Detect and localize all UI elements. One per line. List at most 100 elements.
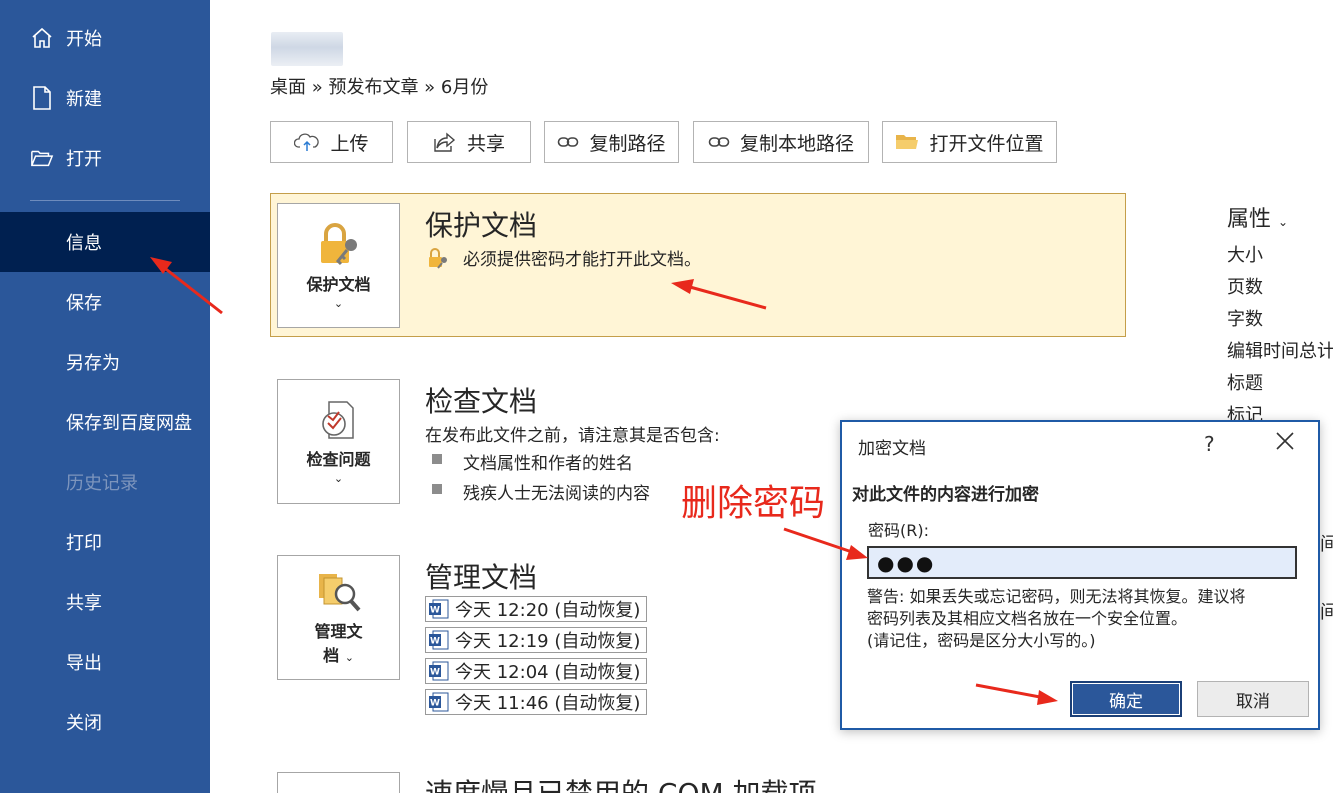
- sidebar-item-info[interactable]: 信息: [0, 212, 210, 272]
- version-item[interactable]: W 今天 12:04 (自动恢复): [425, 658, 648, 684]
- property-partial: 间: [1320, 602, 1333, 623]
- com-addins-tile[interactable]: [277, 772, 400, 793]
- property-pages: 页数: [1227, 277, 1263, 298]
- check-issues-tile-label: 检查问题: [306, 450, 371, 469]
- warning-line: 密码列表及其相应文档名放在一个安全位置。: [867, 609, 1188, 628]
- ok-button[interactable]: 确定: [1070, 681, 1182, 717]
- sidebar-item-label: 另存为: [66, 353, 120, 374]
- warning-line: (请记住，密码是区分大小写的。): [867, 631, 1096, 650]
- sidebar-item-label: 信息: [66, 233, 102, 254]
- sidebar-item-label: 共享: [66, 593, 102, 614]
- sidebar-item-home[interactable]: 开始: [0, 8, 210, 68]
- property-title: 标题: [1227, 373, 1263, 394]
- folder-open-icon: [30, 145, 54, 171]
- chevron-down-icon: ⌄: [333, 472, 344, 485]
- sidebar-item-save[interactable]: 保存: [0, 272, 210, 332]
- sidebar-item-save-as[interactable]: 另存为: [0, 332, 210, 392]
- sidebar-item-label: 打印: [66, 533, 102, 554]
- share-icon: [433, 131, 457, 153]
- lock-key-icon: [316, 221, 362, 271]
- chevron-down-icon: ⌄: [1278, 215, 1289, 229]
- svg-text:W: W: [430, 699, 440, 709]
- close-icon: [1276, 432, 1294, 454]
- copy-local-path-label: 复制本地路径: [739, 132, 854, 155]
- lock-key-small-icon: [427, 247, 451, 269]
- word-document-icon: W: [429, 630, 449, 650]
- encrypt-document-dialog: 加密文档 ? 对此文件的内容进行加密 密码(R): ●●● 警告: 如果丢失或忘…: [840, 420, 1320, 730]
- open-file-location-label: 打开文件位置: [929, 132, 1044, 155]
- backstage-sidebar: 开始 新建 打开 信息 保存 另存为 保存到百度网盘 历史记录 打印 共享 导出…: [0, 0, 210, 793]
- sidebar-item-label: 保存到百度网盘: [66, 413, 192, 434]
- sidebar-item-label: 打开: [66, 149, 102, 170]
- manage-document-tile-label: 管理文: [314, 621, 363, 641]
- version-label: 今天 12:04 (自动恢复): [455, 662, 641, 683]
- version-label: 今天 12:20 (自动恢复): [455, 600, 641, 621]
- com-addins-title: 速度慢且已禁用的 COM 加载项: [425, 772, 817, 793]
- new-document-icon: [30, 85, 54, 111]
- sidebar-item-print[interactable]: 打印: [0, 512, 210, 572]
- folder-icon: [895, 132, 919, 152]
- dialog-heading: 对此文件的内容进行加密: [852, 485, 1039, 505]
- sidebar-item-open[interactable]: 打开: [0, 128, 210, 188]
- sidebar-item-close[interactable]: 关闭: [0, 692, 210, 752]
- link-icon: [557, 135, 579, 149]
- protect-document-title: 保护文档: [425, 209, 538, 242]
- password-input[interactable]: ●●●: [867, 546, 1297, 579]
- inspect-bullet-item: 残疾人士无法阅读的内容: [463, 484, 650, 504]
- open-file-location-button[interactable]: 打开文件位置: [882, 121, 1057, 163]
- share-label: 共享: [466, 132, 505, 155]
- manage-document-title: 管理文档: [425, 561, 538, 594]
- sidebar-item-new[interactable]: 新建: [0, 68, 210, 128]
- inspect-document-desc: 在发布此文件之前，请注意其是否包含:: [425, 426, 720, 446]
- help-button[interactable]: ?: [1204, 432, 1215, 456]
- sidebar-item-label: 关闭: [66, 713, 102, 734]
- check-issues-tile[interactable]: 检查问题 ⌄: [277, 379, 400, 504]
- home-icon: [30, 25, 54, 51]
- upload-button[interactable]: 上传: [270, 121, 393, 163]
- close-button[interactable]: [1270, 428, 1300, 458]
- sidebar-item-share[interactable]: 共享: [0, 572, 210, 632]
- manage-document-icon: [315, 570, 363, 618]
- sidebar-item-label: 历史记录: [66, 473, 138, 494]
- copy-path-button[interactable]: 复制路径: [544, 121, 679, 163]
- copy-local-path-button[interactable]: 复制本地路径: [693, 121, 869, 163]
- bullet: [432, 484, 442, 494]
- protect-document-desc: 必须提供密码才能打开此文档。: [463, 250, 701, 270]
- share-button[interactable]: 共享: [407, 121, 531, 163]
- dialog-warning: 警告: 如果丢失或忘记密码，则无法将其恢复。建议将 密码列表及其相应文档名放在一…: [867, 586, 1307, 652]
- sidebar-item-label: 保存: [66, 293, 102, 314]
- svg-text:W: W: [430, 637, 440, 647]
- version-item[interactable]: W 今天 12:20 (自动恢复): [425, 596, 648, 622]
- property-partial: 间: [1320, 534, 1333, 555]
- manage-document-tile-label-2: 档 ⌄: [323, 645, 354, 665]
- protect-document-tile[interactable]: 保护文档 ⌄: [277, 203, 400, 328]
- property-words: 字数: [1227, 309, 1263, 330]
- warning-line: 警告: 如果丢失或忘记密码，则无法将其恢复。建议将: [867, 587, 1246, 606]
- breadcrumb: 桌面 » 预发布文章 » 6月份: [270, 77, 489, 98]
- properties-heading[interactable]: 属性 ⌄: [1227, 201, 1288, 233]
- protect-document-tile-label: 保护文档: [306, 275, 371, 294]
- sidebar-item-history: 历史记录: [0, 452, 210, 512]
- cancel-button[interactable]: 取消: [1197, 681, 1309, 717]
- version-item[interactable]: W 今天 11:46 (自动恢复): [425, 689, 648, 715]
- svg-text:W: W: [430, 606, 440, 616]
- inspect-document-icon: [317, 398, 361, 446]
- password-label: 密码(R):: [868, 521, 929, 540]
- word-document-icon: W: [429, 661, 449, 681]
- sidebar-item-save-to-baidu[interactable]: 保存到百度网盘: [0, 392, 210, 452]
- sidebar-divider: [30, 200, 180, 201]
- version-label: 今天 11:46 (自动恢复): [455, 693, 641, 714]
- manage-document-tile[interactable]: 管理文 档 ⌄: [277, 555, 400, 680]
- property-total-editing-time: 编辑时间总计: [1227, 341, 1333, 362]
- copy-path-label: 复制路径: [589, 132, 666, 155]
- protect-document-status: 必须提供密码才能打开此文档。: [427, 245, 701, 270]
- version-item[interactable]: W 今天 12:19 (自动恢复): [425, 627, 648, 653]
- sidebar-item-export[interactable]: 导出: [0, 632, 210, 692]
- word-document-icon: W: [429, 599, 449, 619]
- version-label: 今天 12:19 (自动恢复): [455, 631, 641, 652]
- chevron-down-icon: ⌄: [333, 297, 344, 310]
- sidebar-item-label: 新建: [66, 89, 102, 110]
- property-size: 大小: [1227, 245, 1263, 266]
- cloud-upload-icon: [294, 132, 320, 152]
- annotation-delete-password: 删除密码: [681, 483, 826, 524]
